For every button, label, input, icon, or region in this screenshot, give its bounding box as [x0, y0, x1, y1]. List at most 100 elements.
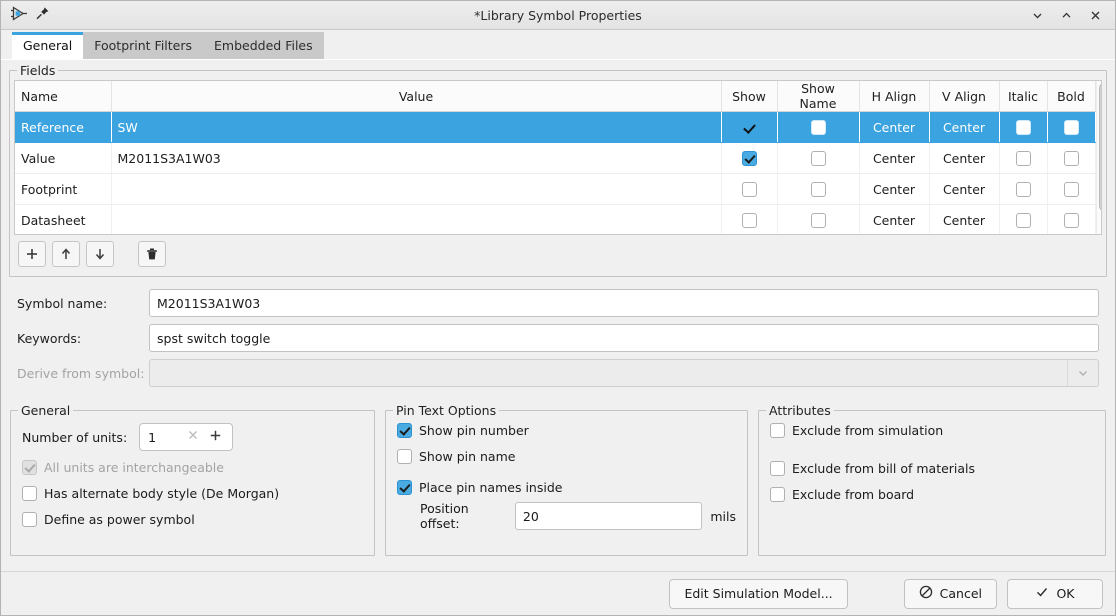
- delete-field-button[interactable]: [138, 241, 166, 267]
- field-italic-checkbox[interactable]: [999, 173, 1048, 205]
- field-name[interactable]: Footprint: [15, 173, 112, 205]
- field-show-name-checkbox[interactable]: [777, 142, 860, 174]
- field-show-checkbox[interactable]: [721, 142, 778, 174]
- general-group-body: Number of units: 1 All units are interch…: [11, 411, 374, 527]
- tab-footprint-filters[interactable]: Footprint Filters: [83, 32, 204, 60]
- field-h-align[interactable]: Center: [859, 142, 930, 174]
- field-value[interactable]: [111, 173, 722, 205]
- keywords-input[interactable]: spst switch toggle: [149, 324, 1099, 352]
- table-row[interactable]: Reference SW Center Center: [15, 111, 1096, 143]
- window-controls: [1029, 7, 1109, 23]
- move-field-up-button[interactable]: [52, 241, 80, 267]
- field-value[interactable]: [111, 204, 722, 234]
- field-bold-checkbox[interactable]: [1047, 142, 1096, 174]
- field-h-align[interactable]: Center: [859, 204, 930, 234]
- column-header-name[interactable]: Name: [15, 81, 112, 112]
- number-of-units-value[interactable]: 1: [148, 430, 156, 445]
- field-show-checkbox[interactable]: [721, 173, 778, 205]
- field-name[interactable]: Value: [15, 142, 112, 174]
- field-show-checkbox[interactable]: [721, 204, 778, 234]
- field-name[interactable]: Reference: [15, 111, 112, 143]
- column-header-show-name[interactable]: Show Name: [777, 81, 860, 112]
- checkbox-icon[interactable]: [397, 449, 412, 464]
- checkbox-icon[interactable]: [22, 486, 37, 501]
- ok-button[interactable]: OK: [1007, 578, 1103, 609]
- fields-toolbar: [18, 241, 1106, 267]
- maximize-button[interactable]: [1058, 7, 1074, 23]
- decrement-icon[interactable]: [182, 429, 204, 445]
- fields-group: Fields Name Value Show Show Name H Align…: [9, 63, 1107, 277]
- column-header-v-align[interactable]: V Align: [929, 81, 1000, 112]
- checkbox-icon[interactable]: [770, 487, 785, 502]
- field-show-checkbox[interactable]: [721, 111, 778, 143]
- de-morgan-row[interactable]: Has alternate body style (De Morgan): [22, 486, 363, 501]
- fields-legend: Fields: [17, 63, 59, 78]
- table-row[interactable]: Datasheet Center Center: [15, 204, 1096, 234]
- field-name[interactable]: Datasheet: [15, 204, 112, 234]
- general-group: General Number of units: 1 All units are…: [10, 403, 375, 556]
- checkbox-icon[interactable]: [397, 423, 412, 438]
- show-pin-number-row[interactable]: Show pin number: [397, 423, 736, 438]
- checkbox-icon[interactable]: [770, 461, 785, 476]
- table-row[interactable]: Footprint Center Center: [15, 173, 1096, 205]
- field-italic-checkbox[interactable]: [999, 111, 1048, 143]
- column-header-italic[interactable]: Italic: [999, 81, 1048, 112]
- tab-embedded-files[interactable]: Embedded Files: [203, 32, 324, 60]
- increment-icon[interactable]: [204, 428, 224, 446]
- fields-scrollbar[interactable]: [1095, 81, 1101, 234]
- minimize-button[interactable]: [1029, 7, 1045, 23]
- place-pin-names-inside-row[interactable]: Place pin names inside: [397, 480, 736, 495]
- number-of-units-stepper[interactable]: 1: [139, 423, 234, 451]
- exclude-from-bom-row[interactable]: Exclude from bill of materials: [770, 461, 1094, 476]
- move-field-down-button[interactable]: [86, 241, 114, 267]
- position-offset-units: mils: [710, 508, 736, 524]
- checkbox-icon[interactable]: [770, 423, 785, 438]
- field-v-align[interactable]: Center: [929, 204, 1000, 234]
- checkbox-icon: [1063, 213, 1079, 228]
- symbol-name-input[interactable]: M2011S3A1W03: [149, 289, 1099, 317]
- field-italic-checkbox[interactable]: [999, 142, 1048, 174]
- field-show-name-checkbox[interactable]: [777, 173, 860, 205]
- field-v-align[interactable]: Center: [929, 111, 1000, 143]
- field-value[interactable]: SW: [111, 111, 722, 143]
- add-field-button[interactable]: [18, 241, 46, 267]
- column-header-bold[interactable]: Bold: [1047, 81, 1096, 112]
- keywords-label: Keywords:: [17, 330, 82, 346]
- check-icon: [743, 122, 755, 134]
- field-v-align[interactable]: Center: [929, 142, 1000, 174]
- field-v-align[interactable]: Center: [929, 173, 1000, 205]
- chevron-down-icon[interactable]: [1067, 360, 1098, 386]
- show-pin-name-row[interactable]: Show pin name: [397, 449, 736, 464]
- table-row[interactable]: Value M2011S3A1W03 Center Center: [15, 142, 1096, 174]
- column-header-show[interactable]: Show: [721, 81, 778, 112]
- column-header-value[interactable]: Value: [111, 81, 722, 112]
- field-h-align[interactable]: Center: [859, 173, 930, 205]
- exclude-from-simulation-label: Exclude from simulation: [792, 423, 944, 438]
- edit-simulation-model-button[interactable]: Edit Simulation Model...: [669, 578, 848, 609]
- tab-general[interactable]: General: [12, 32, 84, 60]
- pushpin-icon[interactable]: [35, 6, 50, 24]
- field-italic-checkbox[interactable]: [999, 204, 1048, 234]
- exclude-from-simulation-row[interactable]: Exclude from simulation: [770, 423, 1094, 438]
- checkbox-icon[interactable]: [22, 512, 37, 527]
- checkbox-icon[interactable]: [397, 480, 412, 495]
- title-bar: *Library Symbol Properties: [1, 1, 1115, 30]
- exclude-from-board-row[interactable]: Exclude from board: [770, 487, 1094, 502]
- field-show-name-checkbox[interactable]: [777, 204, 860, 234]
- all-units-interchangeable-label: All units are interchangeable: [44, 460, 224, 475]
- field-show-name-checkbox[interactable]: [777, 111, 860, 143]
- fields-table: Name Value Show Show Name H Align V Alig…: [15, 81, 1096, 234]
- position-offset-input[interactable]: 20: [514, 502, 703, 530]
- title-bar-icons: [7, 6, 50, 24]
- power-symbol-row[interactable]: Define as power symbol: [22, 512, 363, 527]
- field-value[interactable]: M2011S3A1W03: [111, 142, 722, 174]
- column-header-h-align[interactable]: H Align: [859, 81, 930, 112]
- cancel-button[interactable]: Cancel: [903, 578, 997, 609]
- field-bold-checkbox[interactable]: [1047, 111, 1096, 143]
- field-bold-checkbox[interactable]: [1047, 204, 1096, 234]
- scrollbar-thumb[interactable]: [1098, 83, 1101, 211]
- close-button[interactable]: [1087, 7, 1103, 23]
- field-bold-checkbox[interactable]: [1047, 173, 1096, 205]
- derive-from-symbol-combobox[interactable]: [149, 359, 1099, 387]
- field-h-align[interactable]: Center: [859, 111, 930, 143]
